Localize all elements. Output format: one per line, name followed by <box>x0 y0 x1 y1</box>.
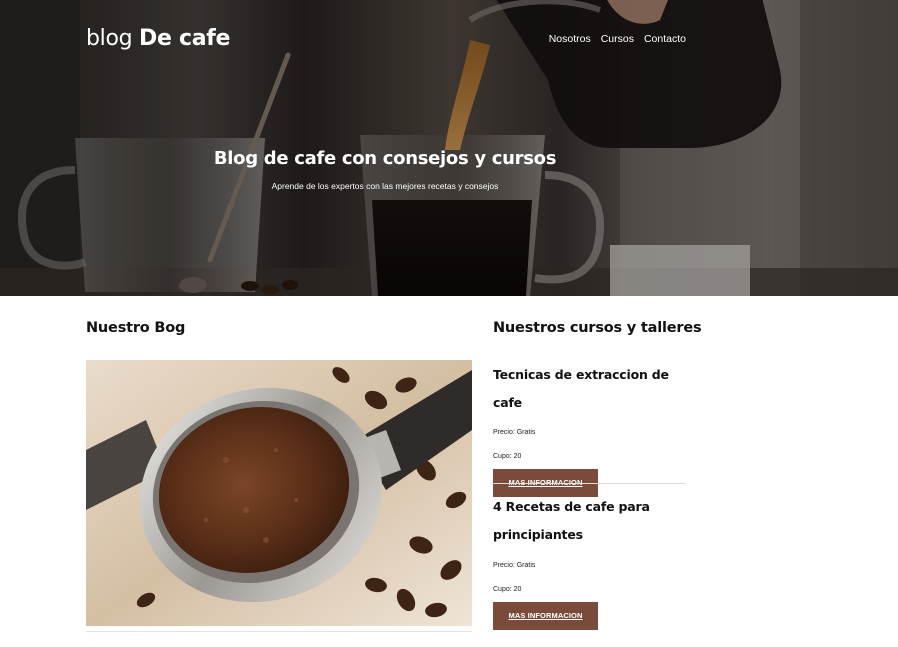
blog-divider <box>86 631 472 632</box>
course-capacity: Cupo: 20 <box>493 453 522 460</box>
nav-link-cursos[interactable]: Cursos <box>601 33 634 45</box>
logo-light-text: blog <box>86 26 133 51</box>
hero-title: Blog de cafe con consejos y cursos <box>213 148 557 169</box>
course-price: Precio: Gratis <box>493 562 536 569</box>
portafilter-coffee-image <box>86 360 472 626</box>
hero-banner: blog De cafe Nosotros Cursos Contacto Bl… <box>0 0 898 296</box>
course-card: 4 Recetas de cafe para principiantes Pre… <box>493 493 686 630</box>
courses-section-heading: Nuestros cursos y talleres <box>493 320 702 336</box>
nav-link-nosotros[interactable]: Nosotros <box>549 33 591 45</box>
logo-bold-text: De cafe <box>139 26 231 51</box>
course-price: Precio: Gratis <box>493 429 536 436</box>
course-card: Tecnicas de extraccion de cafe Precio: G… <box>493 361 686 497</box>
course-title[interactable]: Tecnicas de extraccion de cafe <box>493 361 686 417</box>
blog-section-heading: Nuestro Bog <box>86 320 186 336</box>
nav-link-contacto[interactable]: Contacto <box>644 33 686 45</box>
more-info-button[interactable]: MAS INFORMACION <box>493 602 598 630</box>
hero-subtitle: Aprende de los expertos con las mejores … <box>271 181 499 191</box>
blog-post-image[interactable] <box>86 360 472 626</box>
course-divider <box>493 483 686 484</box>
course-title[interactable]: 4 Recetas de cafe para principiantes <box>493 493 686 549</box>
site-logo[interactable]: blog De cafe <box>86 26 230 51</box>
main-nav: Nosotros Cursos Contacto <box>549 33 686 45</box>
course-capacity: Cupo: 20 <box>493 586 522 593</box>
